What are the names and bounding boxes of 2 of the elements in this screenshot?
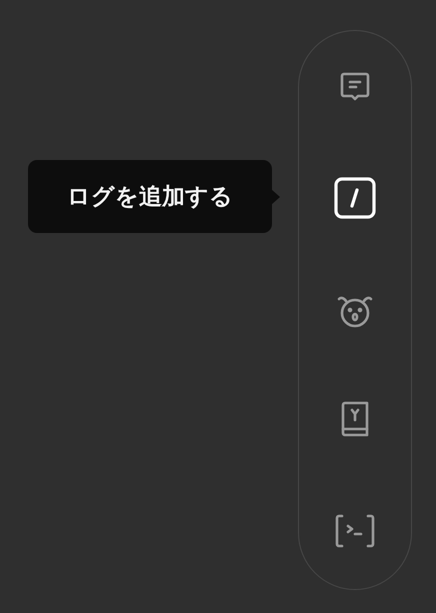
- slash-icon: [333, 176, 377, 220]
- tooltip-text: ログを追加する: [67, 183, 233, 212]
